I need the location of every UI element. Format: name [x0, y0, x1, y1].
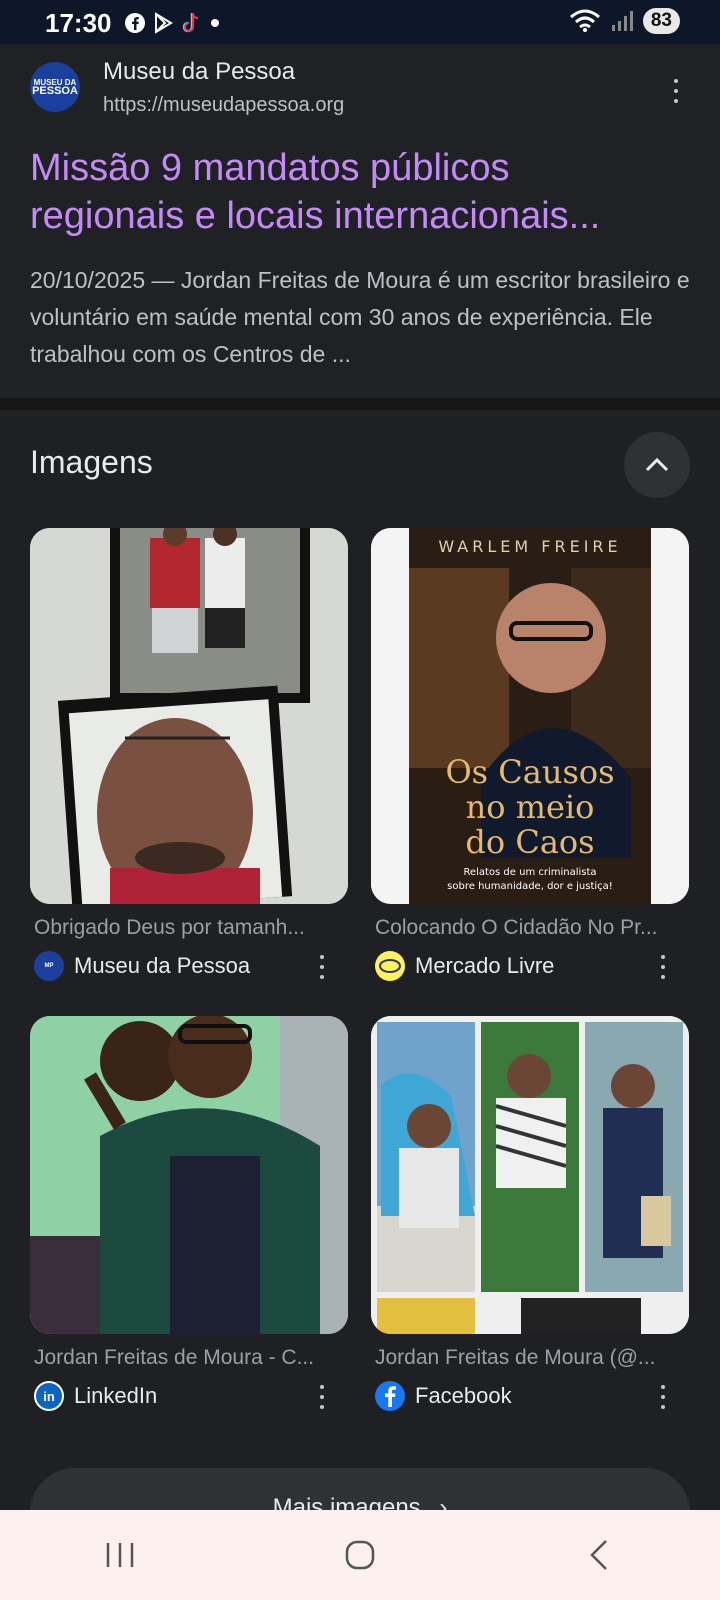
book-cover-image: WARLEM FREIRE Os Causos no meio do Caos …	[371, 528, 689, 904]
back-icon	[590, 1540, 607, 1570]
dot-icon	[211, 19, 219, 27]
site-logo: MUSEU DA PESSOA	[30, 62, 80, 112]
cover-sub-2: sobre humanidade, dor e justiça!	[447, 881, 613, 892]
recents-icon	[106, 1543, 134, 1567]
photo-man-child-image	[30, 1016, 348, 1334]
home-icon	[345, 1540, 375, 1570]
back-button[interactable]	[570, 1525, 630, 1585]
image-card[interactable]: Jordan Freitas de Moura (@... Facebook	[371, 1016, 689, 1412]
image-thumbnail[interactable]: WARLEM FREIRE Os Causos no meio do Caos …	[371, 528, 689, 904]
image-caption: Jordan Freitas de Moura - C...	[34, 1346, 315, 1369]
image-source[interactable]: Facebook	[371, 1380, 689, 1412]
section-divider	[0, 398, 720, 410]
section-title: Imagens	[30, 444, 153, 480]
cover-title-1: Os Causos	[445, 753, 614, 791]
images-section: Imagens Obrigado Deus por tamanh... MP M…	[0, 410, 720, 1510]
source-name: Mercado Livre	[415, 953, 555, 978]
facebook-icon	[125, 13, 145, 33]
source-name: Museu da Pessoa	[74, 953, 251, 978]
card-more-options-icon[interactable]	[317, 1382, 327, 1412]
result-snippet: 20/10/2025 — Jordan Freitas de Moura é u…	[30, 267, 690, 367]
search-result[interactable]: MUSEU DA PESSOA Museu da Pessoa https://…	[0, 44, 720, 398]
cover-author: WARLEM FREIRE	[438, 537, 621, 556]
logo-text-bottom: PESSOA	[32, 85, 78, 97]
system-nav-bar	[0, 1510, 720, 1600]
image-card[interactable]: Jordan Freitas de Moura - C... in Linked…	[30, 1016, 348, 1412]
cover-title-3: do Caos	[465, 823, 594, 861]
result-title-link[interactable]: Missão 9 mandatos públicos regionais e l…	[30, 144, 690, 240]
image-card[interactable]: Obrigado Deus por tamanh... MP Museu da …	[30, 528, 348, 982]
home-button[interactable]	[330, 1525, 390, 1585]
collapse-button[interactable]	[624, 432, 690, 498]
image-thumbnail[interactable]	[371, 1016, 689, 1334]
cover-sub-1: Relatos de um criminalista	[463, 867, 596, 878]
linkedin-icon: in	[34, 1381, 64, 1411]
museu-logo-icon: MP	[34, 951, 64, 981]
image-source[interactable]: in LinkedIn	[30, 1380, 348, 1412]
mercado-livre-icon	[375, 951, 405, 981]
tiktok-icon	[182, 12, 199, 33]
cover-title-2: no meio	[466, 788, 595, 826]
image-caption: Jordan Freitas de Moura (@...	[375, 1346, 656, 1369]
battery-level: 83	[642, 8, 680, 34]
facebook-icon	[375, 1381, 405, 1411]
play-store-icon	[155, 12, 173, 34]
status-time: 17:30	[45, 8, 112, 38]
image-caption: Colocando O Cidadão No Pr...	[375, 916, 658, 939]
result-more-options-icon[interactable]	[671, 76, 681, 106]
image-thumbnail[interactable]	[30, 1016, 348, 1334]
recents-button[interactable]	[90, 1525, 150, 1585]
wifi-icon	[569, 9, 600, 32]
image-thumbnail[interactable]	[30, 528, 348, 904]
source-name: LinkedIn	[74, 1383, 158, 1408]
card-more-options-icon[interactable]	[658, 952, 668, 982]
site-name[interactable]: Museu da Pessoa	[103, 58, 295, 86]
status-bar: 17:30 83	[0, 0, 720, 44]
source-name: Facebook	[415, 1383, 512, 1408]
chevron-up-icon	[645, 457, 669, 472]
image-source[interactable]: MP Museu da Pessoa	[30, 950, 348, 982]
image-source[interactable]: Mercado Livre	[371, 950, 689, 982]
status-right: 83	[569, 8, 680, 34]
site-url[interactable]: https://museudapessoa.org	[103, 94, 344, 117]
collage-image	[371, 1016, 689, 1334]
image-card[interactable]: WARLEM FREIRE Os Causos no meio do Caos …	[371, 528, 689, 982]
result-title-line2: regionais e locais internacionais...	[30, 195, 601, 237]
selfie-collage-image	[30, 528, 348, 904]
result-title-line1: Missão 9 mandatos públicos	[30, 147, 510, 189]
signal-icon	[611, 11, 633, 31]
card-more-options-icon[interactable]	[317, 952, 327, 982]
image-caption: Obrigado Deus por tamanh...	[34, 916, 305, 939]
notification-icons	[124, 11, 222, 35]
card-more-options-icon[interactable]	[658, 1382, 668, 1412]
